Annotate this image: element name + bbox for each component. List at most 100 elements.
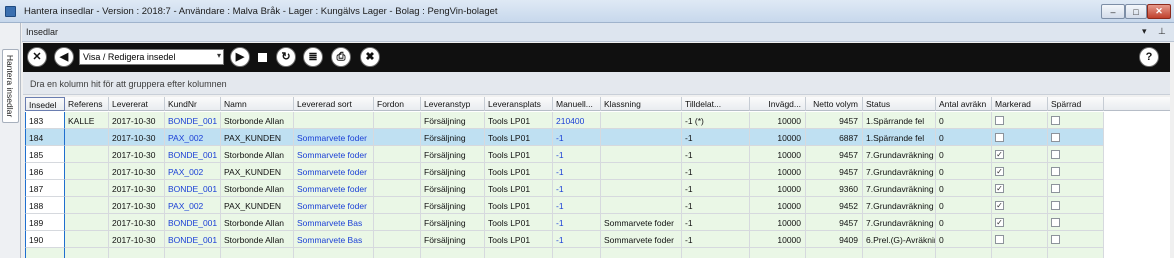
cell-levererat: 2017-10-30 (109, 197, 165, 214)
markerad-checkbox[interactable]: ✓ (995, 218, 1004, 227)
markerad-checkbox[interactable]: ✓ (995, 150, 1004, 159)
cell-levererad-sort[interactable]: Sommarvete foder (294, 163, 374, 180)
cell-leveransplats: Tools LP01 (485, 146, 553, 163)
column-header-levererat[interactable]: Levererat (109, 97, 165, 111)
table-row[interactable]: 183 KALLE 2017-10-30 BONDE_001 Storbonde All… (25, 112, 1170, 129)
group-by-area[interactable]: Dra en kolumn hit för att gruppera efter… (23, 72, 1170, 95)
close-window-button[interactable]: ✕ (1147, 4, 1171, 19)
cell-markerad (992, 129, 1048, 146)
markerad-checkbox[interactable] (995, 235, 1004, 244)
cell-levererad-sort[interactable]: Sommarvete foder (294, 146, 374, 163)
column-header-leveransplats[interactable]: Leveransplats (485, 97, 553, 111)
cell-levererad-sort[interactable] (294, 112, 374, 129)
column-header-invagd[interactable]: Invägd... (750, 97, 806, 111)
cell-manuell[interactable]: -1 (553, 163, 601, 180)
cell-levererad-sort[interactable]: Sommarvete Bas (294, 231, 374, 248)
cell-leveranstyp: Försäljning (421, 129, 485, 146)
sparrad-checkbox[interactable] (1051, 218, 1060, 227)
cell-tilldelat: -1 (682, 214, 750, 231)
cell-levererad-sort[interactable]: Sommarvete foder (294, 129, 374, 146)
column-header-kundnr[interactable]: KundNr (165, 97, 221, 111)
markerad-checkbox[interactable]: ✓ (995, 167, 1004, 176)
column-header-tilldelat[interactable]: Tilldelat... (682, 97, 750, 111)
cell-sparrad (1048, 197, 1104, 214)
close-icon[interactable]: ✕ (27, 47, 47, 67)
sparrad-checkbox[interactable] (1051, 133, 1060, 142)
cell-manuell[interactable]: -1 (553, 129, 601, 146)
help-icon[interactable]: ? (1139, 47, 1159, 67)
left-tab-strip: Hantera insedlar (0, 23, 21, 258)
cell-levererad-sort[interactable]: Sommarvete foder (294, 197, 374, 214)
sparrad-checkbox[interactable] (1051, 167, 1060, 176)
cell-kundnr[interactable]: BONDE_001 (165, 231, 221, 248)
markerad-checkbox[interactable]: ✓ (995, 201, 1004, 210)
column-header-klassning[interactable]: Klassning (601, 97, 682, 111)
cell-manuell[interactable]: -1 (553, 231, 601, 248)
minimize-button[interactable]: ‒ (1101, 4, 1125, 19)
sparrad-checkbox[interactable] (1051, 116, 1060, 125)
cell-fordon (374, 197, 421, 214)
column-header-manuell[interactable]: Manuell... (553, 97, 601, 111)
column-header-sparrad[interactable]: Spärrad (1048, 97, 1104, 111)
markerad-checkbox[interactable] (995, 133, 1004, 142)
pin-icon[interactable]: ⊥ (1158, 26, 1166, 37)
column-header-insedel[interactable]: Insedel (25, 97, 65, 111)
cell-kundnr[interactable]: PAX_002 (165, 129, 221, 146)
cell-kundnr[interactable]: PAX_002 (165, 197, 221, 214)
table-row[interactable]: 184 2017-10-30 PAX_002 PAX_KUNDEN Sommarvete… (25, 129, 1170, 146)
maximize-button[interactable]: □ (1125, 4, 1147, 19)
cell-kundnr[interactable]: BONDE_001 (165, 112, 221, 129)
column-header-status[interactable]: Status (863, 97, 936, 111)
stop-icon[interactable] (258, 53, 267, 62)
cell-manuell[interactable]: -1 (553, 197, 601, 214)
column-header-namn[interactable]: Namn (221, 97, 294, 111)
table-row[interactable]: 185 2017-10-30 BONDE_001 Storbonde Allan Som… (25, 146, 1170, 163)
group-by-hint: Dra en kolumn hit för att gruppera efter… (30, 79, 227, 89)
cell-empty (109, 248, 165, 258)
cell-leveransplats: Tools LP01 (485, 214, 553, 231)
table-row[interactable]: 187 2017-10-30 BONDE_001 Storbonde Allan Som… (25, 180, 1170, 197)
sparrad-checkbox[interactable] (1051, 150, 1060, 159)
column-header-fordon[interactable]: Fordon (374, 97, 421, 111)
insedlar-grid: Insedel Referens Levererat KundNr Namn Levere… (25, 97, 1170, 258)
column-header-netto-volym[interactable]: Netto volym (806, 97, 863, 111)
cell-levererad-sort[interactable]: Sommarvete foder (294, 180, 374, 197)
chevron-down-icon: ▾ (216, 51, 221, 60)
table-row[interactable]: 186 2017-10-30 PAX_002 PAX_KUNDEN Sommarvete… (25, 163, 1170, 180)
cell-kundnr[interactable]: BONDE_001 (165, 180, 221, 197)
cell-empty (25, 248, 65, 258)
print-icon[interactable]: ⎙ (331, 47, 351, 67)
table-row[interactable]: 189 2017-10-30 BONDE_001 Storbonde Allan Som… (25, 214, 1170, 231)
column-header-markerad[interactable]: Markerad (992, 97, 1048, 111)
back-icon[interactable]: ◀ (54, 47, 74, 67)
sparrad-checkbox[interactable] (1051, 184, 1060, 193)
cell-manuell[interactable]: 210400 (553, 112, 601, 129)
markerad-checkbox[interactable] (995, 116, 1004, 125)
cell-empty (485, 248, 553, 258)
markerad-checkbox[interactable]: ✓ (995, 184, 1004, 193)
cell-kundnr[interactable]: BONDE_001 (165, 214, 221, 231)
column-header-referens[interactable]: Referens (65, 97, 109, 111)
mode-select[interactable]: Visa / Redigera insedel ▾ (79, 49, 224, 65)
cell-kundnr[interactable]: PAX_002 (165, 163, 221, 180)
list-settings-icon[interactable]: ≣ (303, 47, 323, 67)
refresh-icon[interactable]: ↻ (276, 47, 296, 67)
table-row[interactable]: 190 2017-10-30 BONDE_001 Storbonde Allan Som… (25, 231, 1170, 248)
column-header-levererad-sort[interactable]: Levererad sort (294, 97, 374, 111)
cell-levererad-sort[interactable]: Sommarvete Bas (294, 214, 374, 231)
cell-manuell[interactable]: -1 (553, 214, 601, 231)
cell-manuell[interactable]: -1 (553, 146, 601, 163)
column-header-leveranstyp[interactable]: Leveranstyp (421, 97, 485, 111)
column-header-antal-avrakn[interactable]: Antal avräkn (936, 97, 992, 111)
forward-icon[interactable]: ▶ (230, 47, 250, 67)
cell-manuell[interactable]: -1 (553, 180, 601, 197)
cell-kundnr[interactable]: BONDE_001 (165, 146, 221, 163)
sparrad-checkbox[interactable] (1051, 201, 1060, 210)
panel-dropdown-icon[interactable]: ▾ (1142, 26, 1147, 37)
sparrad-checkbox[interactable] (1051, 235, 1060, 244)
cell-fordon (374, 231, 421, 248)
table-row[interactable]: 188 2017-10-30 PAX_002 PAX_KUNDEN Sommarvete… (25, 197, 1170, 214)
clear-filter-icon[interactable]: ✖ (360, 47, 380, 67)
tab-hantera-insedlar[interactable]: Hantera insedlar (2, 49, 19, 123)
cell-leveransplats: Tools LP01 (485, 129, 553, 146)
